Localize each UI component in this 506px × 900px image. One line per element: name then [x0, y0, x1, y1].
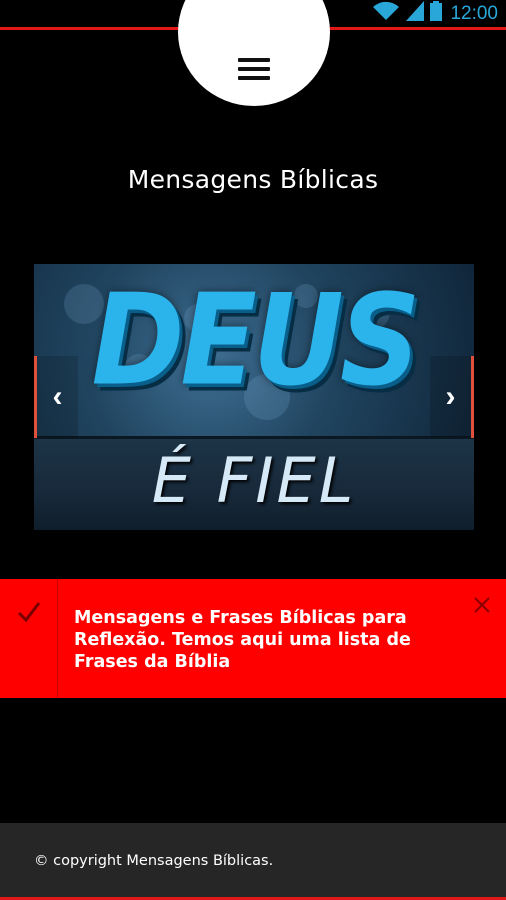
- signal-icon: [406, 1, 425, 26]
- image-slider[interactable]: DEUS É FIEL ‹ ›: [34, 264, 474, 530]
- battery-icon: [430, 1, 443, 26]
- notice-text: Mensagens e Frases Bíblicas para Reflexã…: [74, 608, 411, 672]
- wifi-icon: [372, 1, 400, 26]
- slide-image-top: DEUS: [34, 264, 474, 436]
- close-icon[interactable]: [472, 595, 492, 615]
- slider-prev-button[interactable]: ‹: [34, 356, 78, 438]
- slide-headline: DEUS: [91, 268, 420, 414]
- app-title: Mensagens Bíblicas: [127, 165, 379, 194]
- checkmark-icon: [0, 579, 58, 698]
- chevron-left-icon: ‹: [52, 380, 63, 413]
- slider-next-button[interactable]: ›: [430, 356, 474, 438]
- hamburger-menu-icon: [238, 58, 270, 80]
- status-clock: 12:00: [450, 2, 498, 24]
- slide-subline: É FIEL: [151, 444, 357, 517]
- notice-banner: Mensagens e Frases Bíblicas para Reflexã…: [0, 579, 506, 698]
- menu-button[interactable]: [178, 0, 330, 106]
- footer: © copyright Mensagens Bíblicas.: [0, 823, 506, 900]
- copyright-text: © copyright Mensagens Bíblicas.: [34, 853, 274, 869]
- chevron-right-icon: ›: [445, 380, 456, 413]
